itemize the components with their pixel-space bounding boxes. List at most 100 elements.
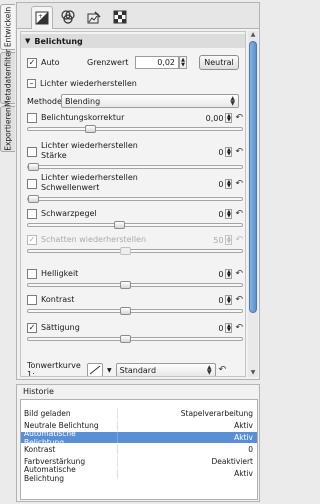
scroll-down-icon[interactable]: ▼ — [248, 369, 258, 377]
adjustment-label-line1: Belichtungskorrektur — [41, 113, 125, 122]
adjustment-label-line1: Schwarzpegel — [41, 209, 97, 218]
adjustment-label: Schwarzpegel — [41, 209, 185, 219]
adjustment-value-group: 0 ▲ ▼ ↶ — [209, 179, 243, 189]
methode-select[interactable]: Blending ▲ ▼ — [61, 94, 239, 108]
adjustment-checkbox[interactable] — [27, 147, 37, 157]
adjustment-label-line1: Helligkeit — [41, 269, 79, 278]
adjustment-spinner[interactable]: ▲ ▼ — [225, 113, 233, 123]
adjustment-slider[interactable] — [27, 281, 243, 289]
adjustment-spinner[interactable]: ▲ ▼ — [225, 295, 233, 305]
adjustment-slider[interactable] — [27, 221, 243, 229]
history-action: Automatische Belichtung — [21, 429, 118, 447]
tonwertkurve-select[interactable]: Standard ▲ ▼ — [115, 363, 216, 376]
reset-icon[interactable]: ↶ — [235, 269, 243, 279]
adjustment-checkbox[interactable] — [27, 113, 37, 123]
history-title: Historie — [23, 387, 54, 396]
adjustment-checkbox[interactable]: ✓ — [27, 235, 37, 245]
scroll-up-icon[interactable]: ▲ — [248, 31, 258, 39]
auto-checkbox[interactable]: ✓ — [27, 57, 37, 68]
side-tab-exportieren-label: Exportieren — [3, 107, 13, 151]
lichter-label: Lichter wiederherstellen — [40, 79, 137, 88]
adjustment-label: Sättigung — [41, 323, 185, 333]
grenzwert-spinner[interactable]: ▲ ▼ — [179, 56, 187, 69]
reset-icon[interactable]: ↶ — [235, 113, 243, 123]
adjustment-value[interactable]: 50 — [209, 236, 223, 245]
scroll-thumb[interactable] — [249, 41, 257, 313]
adjustment-value[interactable]: 0 — [209, 210, 223, 219]
history-state: Aktiv — [234, 469, 253, 478]
curve-button[interactable] — [87, 363, 103, 376]
lichter-collapse-icon[interactable]: – — [27, 79, 36, 88]
adjustment-spinner[interactable]: ▲ ▼ — [225, 209, 233, 219]
adjustment-spinner[interactable]: ▲ ▼ — [225, 147, 233, 157]
adjustment-value[interactable]: 0 — [209, 296, 223, 305]
vertical-scrollbar[interactable]: ▲ ▼ — [248, 31, 258, 377]
methode-value: Blending — [65, 96, 101, 106]
adjustment-label-line1: Schatten wiederherstellen — [41, 235, 147, 244]
adjustment-value[interactable]: 0 — [209, 324, 223, 333]
grenzwert-input[interactable]: 0,02 — [135, 56, 179, 69]
tab-exposure[interactable]: + — [31, 6, 53, 29]
tool-tabs: + — [17, 3, 259, 29]
adjustment-checkbox[interactable] — [27, 209, 37, 219]
reset-icon[interactable]: ↶ — [235, 235, 243, 245]
adjustment-checkbox[interactable] — [27, 269, 37, 279]
adjustment-label-line1: Lichter wiederherstellen — [41, 141, 138, 150]
adjustment-spinner[interactable]: ▲ ▼ — [225, 179, 233, 189]
history-row[interactable]: Kontrast 0 — [21, 444, 257, 455]
tab-details[interactable] — [109, 6, 131, 28]
slider-knob[interactable] — [120, 307, 131, 315]
history-row[interactable]: Bild geladen Stapelverarbeitung — [21, 408, 257, 419]
adjustment-checkbox[interactable]: ✓ — [27, 323, 37, 333]
curve-dropdown-icon[interactable]: ▼ — [107, 367, 112, 374]
reset-icon[interactable]: ↶ — [235, 147, 243, 157]
slider-knob[interactable] — [120, 335, 131, 343]
reset-icon[interactable]: ↶ — [235, 323, 243, 333]
curve-icon — [89, 365, 101, 375]
slider-knob[interactable] — [120, 281, 131, 289]
adjustment-value-group: 0,00 ▲ ▼ ↶ — [201, 113, 243, 123]
side-tab-metadatenfilter[interactable]: Metadatenfilter — [0, 49, 15, 107]
tab-color[interactable] — [57, 6, 79, 28]
neutral-button[interactable]: Neutral — [199, 55, 239, 70]
adjustment-spinner[interactable]: ▲ ▼ — [225, 323, 233, 333]
adjustment-spinner[interactable]: ▲ ▼ — [225, 269, 233, 279]
adjustment-checkbox[interactable] — [27, 179, 37, 189]
history-row[interactable]: Automatische Belichtung Aktiv — [21, 465, 257, 483]
adjustment-slider[interactable] — [27, 307, 243, 315]
slider-knob[interactable] — [28, 195, 39, 203]
side-tab-exportieren[interactable]: Exportieren — [0, 106, 15, 152]
history-row[interactable]: Automatische Belichtung Aktiv — [21, 429, 257, 447]
adjustment-slider[interactable] — [27, 163, 243, 171]
history-state: 0 — [248, 445, 253, 454]
belichtung-header[interactable]: ▼ Belichtung — [21, 34, 245, 48]
reset-icon[interactable]: ↶ — [235, 209, 243, 219]
adjustment-value[interactable]: 0 — [209, 148, 223, 157]
updown-arrow-icon: ▲ ▼ — [207, 364, 212, 376]
slider-knob[interactable] — [120, 247, 131, 255]
adjustment-spinner[interactable]: ▲ ▼ — [225, 235, 233, 245]
adjustment-label-line1: Kontrast — [41, 295, 75, 304]
adjustment-checkbox[interactable] — [27, 295, 37, 305]
adjustment-label: Kontrast — [41, 295, 185, 305]
adjustment-value[interactable]: 0 — [209, 180, 223, 189]
auto-row: ✓ Auto Grenzwert 0,02 ▲ ▼ Neutral — [27, 55, 243, 70]
adjustment-value[interactable]: 0,00 — [201, 114, 224, 123]
tab-transform[interactable] — [83, 6, 105, 28]
adjustment-slider[interactable] — [27, 247, 243, 255]
reset-icon[interactable]: ↶ — [235, 295, 243, 305]
adjustment-value-group: 50 ▲ ▼ ↶ — [209, 235, 243, 245]
slider-knob[interactable] — [85, 125, 96, 133]
color-circles-icon — [61, 10, 75, 24]
side-tab-entwickeln[interactable]: Entwickeln — [0, 4, 15, 50]
adjustment-slider[interactable] — [27, 335, 243, 343]
adjustment-slider[interactable] — [27, 125, 243, 133]
adjustment-slider[interactable] — [27, 195, 243, 203]
slider-knob[interactable] — [114, 221, 125, 229]
tonwertkurve-reset-icon[interactable]: ↶ — [219, 365, 227, 375]
slider-knob[interactable] — [28, 163, 39, 171]
history-state: Deaktiviert — [211, 457, 253, 466]
reset-icon[interactable]: ↶ — [235, 179, 243, 189]
adjustment-value[interactable]: 0 — [209, 270, 223, 279]
svg-text:+: + — [38, 13, 43, 20]
